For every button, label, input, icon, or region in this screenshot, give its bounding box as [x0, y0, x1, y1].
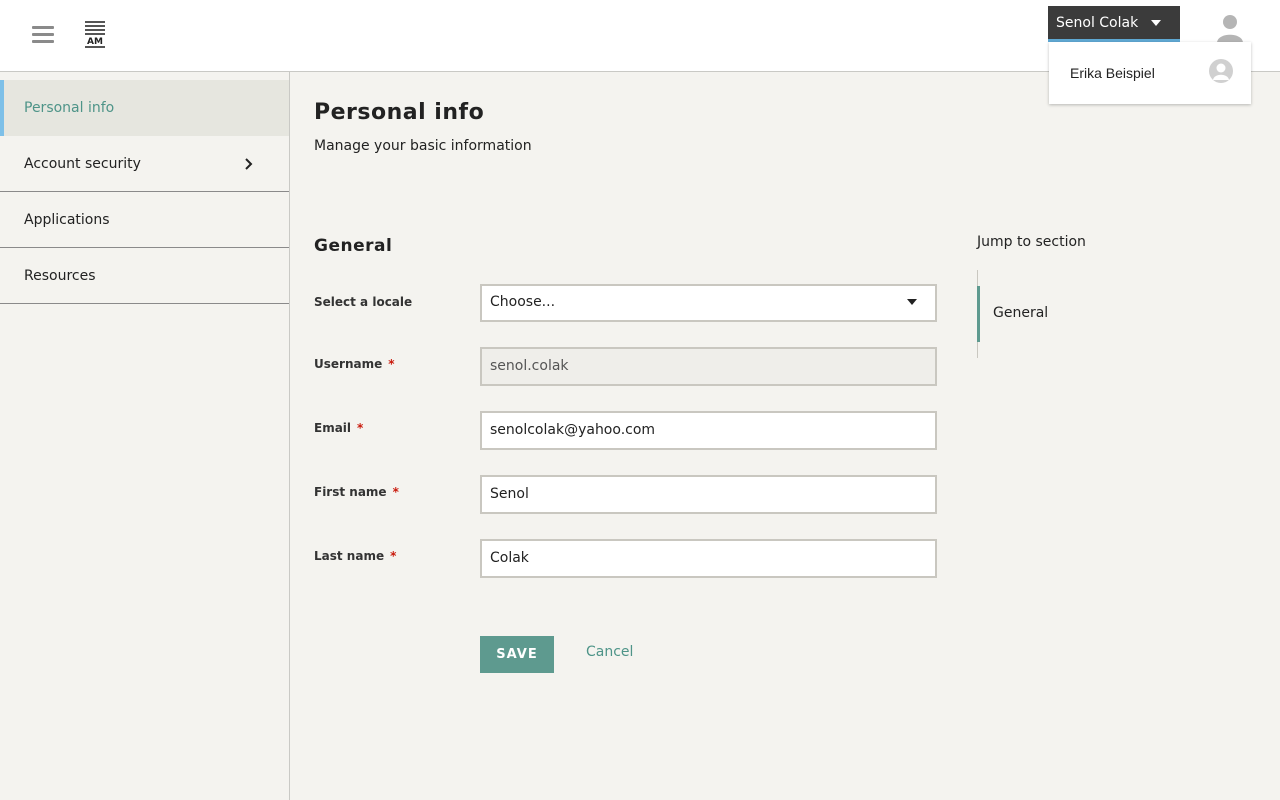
locale-label: Select a locale	[314, 295, 412, 309]
first-name-label-text: First name	[314, 485, 387, 499]
first-name-label: First name *	[314, 485, 399, 499]
jump-to-section-title: Jump to section	[977, 234, 1086, 250]
required-marker: *	[390, 549, 397, 563]
sidebar-item-applications[interactable]: Applications	[0, 192, 289, 248]
menu-icon[interactable]	[32, 24, 56, 46]
required-marker: *	[357, 421, 364, 435]
locale-label-text: Select a locale	[314, 295, 413, 309]
page-title: Personal info	[314, 100, 485, 125]
sidebar-item-label: Resources	[24, 268, 96, 284]
locale-select-value: Choose...	[490, 294, 556, 310]
save-button[interactable]: SAVE	[480, 636, 554, 673]
sidebar-item-account-security[interactable]: Account security	[0, 136, 289, 192]
username-field[interactable]: senol.colak	[480, 347, 937, 386]
last-name-value: Colak	[490, 550, 529, 566]
email-label: Email *	[314, 421, 363, 435]
required-marker: *	[388, 357, 395, 371]
email-label-text: Email	[314, 421, 352, 435]
avatar-icon[interactable]	[1214, 12, 1246, 44]
sidebar: Personal info Account security Applicati…	[0, 72, 290, 800]
email-field[interactable]: senolcolak@yahoo.com	[480, 411, 937, 450]
last-name-label-text: Last name	[314, 549, 385, 563]
user-menu-button[interactable]: Senol Colak	[1048, 6, 1180, 42]
jump-to-section-nav: General	[977, 270, 1127, 358]
username-label-text: Username	[314, 357, 383, 371]
caret-down-icon	[907, 299, 917, 305]
email-value: senolcolak@yahoo.com	[490, 422, 656, 438]
svg-text:AM: AM	[87, 37, 103, 47]
sidebar-item-label: Applications	[24, 212, 110, 228]
sidebar-item-resources[interactable]: Resources	[0, 248, 289, 304]
jump-link-general[interactable]: General	[977, 286, 1127, 342]
locale-select[interactable]: Choose...	[480, 284, 937, 322]
sidebar-item-label: Account security	[24, 156, 141, 172]
caret-down-icon	[1151, 20, 1161, 26]
main-content: Personal info Manage your basic informat…	[290, 72, 1280, 800]
user-menu-label: Senol Colak	[1056, 15, 1139, 31]
required-marker: *	[392, 485, 399, 499]
first-name-value: Senol	[490, 486, 529, 502]
first-name-field[interactable]: Senol	[480, 475, 937, 514]
cancel-link[interactable]: Cancel	[586, 644, 633, 660]
last-name-field[interactable]: Colak	[480, 539, 937, 578]
section-title-general: General	[314, 236, 393, 256]
logo: AM	[84, 20, 106, 50]
chevron-right-icon	[244, 136, 254, 192]
page-subtitle: Manage your basic information	[314, 138, 532, 154]
last-name-label: Last name *	[314, 549, 396, 563]
username-value: senol.colak	[490, 358, 569, 374]
sidebar-item-personal-info[interactable]: Personal info	[0, 80, 289, 136]
sidebar-item-label: Personal info	[24, 100, 115, 116]
username-label: Username *	[314, 357, 395, 371]
